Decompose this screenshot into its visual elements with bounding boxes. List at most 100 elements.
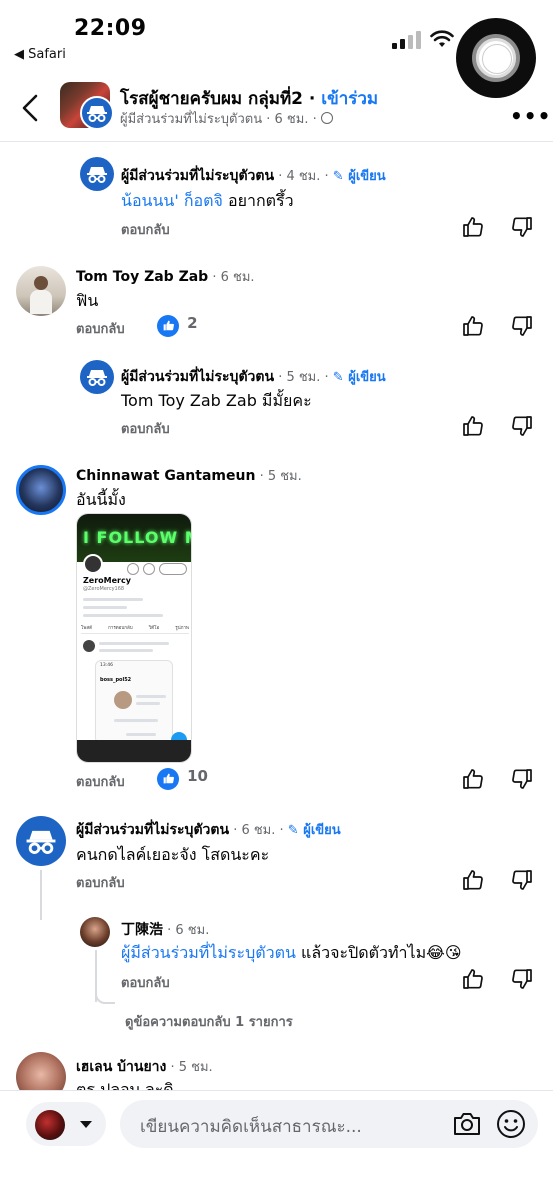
current-user-avatar[interactable] (35, 1110, 65, 1140)
profile-tab: รูปภาพ (175, 626, 189, 631)
comment-author[interactable]: ผู้มีส่วนร่วมที่ไม่ระบุตัวตน · 6 ชม. · ✎… (76, 819, 341, 841)
author-name[interactable]: 丁陳浩 (121, 922, 163, 938)
like-count: 2 (187, 314, 198, 332)
author-badge: ✎ ผู้เขียน (287, 823, 341, 838)
reply-button[interactable]: ตอบกลับ (121, 418, 170, 439)
group-name[interactable]: โรสผู้ชายครับผม กลุ่มที่2 (120, 89, 303, 109)
author-name[interactable]: ผู้มีส่วนร่วมที่ไม่ระบุตัวตน (121, 369, 274, 385)
comment-author[interactable]: Tom Toy Zab Zab · 6 ชม. (76, 266, 255, 287)
comment-time: · 6 ชม. (208, 270, 255, 285)
thread-elbow (95, 990, 115, 1004)
assistive-touch-button[interactable] (456, 18, 536, 98)
comment-time: · 5 ชม. (255, 469, 302, 484)
post-subtitle: ผู้มีส่วนร่วมที่ไม่ระบุตัวตน · 6 ชม. · (120, 108, 333, 129)
cellular-signal-icon (392, 31, 421, 49)
wifi-icon (430, 30, 454, 47)
banner-text: I FOLLOW ME! (83, 528, 191, 547)
comment-body: อยากตรึ้ว (222, 191, 294, 210)
dislike-icon[interactable] (510, 314, 534, 338)
attachment-nav-bar (77, 740, 191, 762)
back-to-safari-link[interactable]: ◀ Safari (14, 47, 66, 62)
join-group-link[interactable]: เข้าร่วม (321, 89, 378, 109)
author-name[interactable]: ผู้มีส่วนร่วมที่ไม่ระบุตัวตน (121, 168, 274, 184)
author-name[interactable]: เฮเลน บ้านยาง (76, 1059, 166, 1075)
author-badge: ✎ ผู้เขียน (332, 169, 386, 184)
comment-image-attachment[interactable]: I FOLLOW ME! ZeroMercy @ZeroMercy168 โพส… (76, 513, 192, 763)
profile-tabs: โพสต์ การตอบกลับ วิดีโอ รูปภาพ (81, 624, 189, 634)
profile-tab: วิดีโอ (148, 626, 160, 631)
reply-button[interactable]: ตอบกลับ (76, 318, 125, 339)
mention-link[interactable]: ผู้มีส่วนร่วมที่ไม่ระบุตัวตน (121, 943, 296, 962)
globe-icon (320, 112, 333, 124)
like-icon[interactable] (461, 314, 485, 338)
like-count: 10 (187, 767, 208, 785)
dislike-icon[interactable] (510, 215, 534, 239)
like-reaction-icon (157, 767, 179, 790)
dislike-icon[interactable] (510, 414, 534, 438)
emoji-icon[interactable] (496, 1109, 526, 1139)
dislike-icon[interactable] (510, 868, 534, 892)
comment-time: · 6 ชม. (163, 923, 210, 938)
comment-text: น้อนนน' ก็อตจิ อยากตรึ้ว (121, 189, 294, 214)
comment-input-placeholder[interactable]: เขียนความคิดเห็นสาธารณะ... (140, 1113, 362, 1140)
author-badge-label: ผู้เขียน (303, 823, 341, 838)
embedded-clock: 13:46 (100, 663, 113, 668)
comment-text: ผู้มีส่วนร่วมที่ไม่ระบุตัวตน แล้วจะปิดตั… (121, 941, 462, 966)
reply-button[interactable]: ตอบกลับ (121, 972, 170, 993)
header-divider (0, 141, 553, 142)
anonymous-avatar-icon (80, 96, 114, 130)
title-separator: · (302, 89, 322, 109)
author-badge-label: ผู้เขียน (348, 169, 386, 184)
profile-name: ZeroMercy (83, 576, 131, 585)
comment-body: คนกดไลค์เยอะจัง โสดนะคะ (76, 845, 270, 864)
comment-author[interactable]: 丁陳浩 · 6 ชม. (121, 919, 209, 940)
like-icon[interactable] (461, 868, 485, 892)
user-avatar[interactable] (16, 266, 66, 316)
post-meta: ผู้มีส่วนร่วมที่ไม่ระบุตัวตน · 6 ชม. · (120, 112, 321, 127)
user-avatar[interactable] (16, 465, 66, 515)
embedded-handle: boss_pol52 (100, 677, 132, 683)
anonymous-avatar-icon[interactable] (80, 360, 114, 394)
profile-tab: การตอบกลับ (108, 626, 133, 631)
mention-link[interactable]: น้อนนน' ก็อตจิ (121, 191, 223, 210)
dislike-icon[interactable] (510, 967, 534, 991)
chevron-down-icon[interactable] (80, 1121, 92, 1128)
profile-avatar (83, 554, 103, 574)
comment-author[interactable]: Chinnawat Gantameun · 5 ชม. (76, 465, 302, 486)
comment-author[interactable]: เฮเลน บ้านยาง · 5 ชม. (76, 1056, 213, 1078)
comment-time: · 5 ชม. · (274, 370, 333, 385)
dislike-icon[interactable] (510, 767, 534, 791)
view-replies-link[interactable]: ดูข้อความตอบกลับ 1 รายการ (125, 1011, 293, 1032)
reply-button[interactable]: ตอบกลับ (121, 219, 170, 240)
status-time: 22:09 (74, 16, 147, 41)
camera-icon[interactable] (452, 1110, 482, 1138)
author-name[interactable]: Chinnawat Gantameun (76, 468, 255, 484)
reaction-summary[interactable]: 10 (157, 767, 208, 790)
like-icon[interactable] (461, 767, 485, 791)
comment-author[interactable]: ผู้มีส่วนร่วมที่ไม่ระบุตัวตน · 5 ชม. · ✎… (121, 366, 386, 388)
anonymous-avatar-icon[interactable] (16, 816, 66, 866)
author-name[interactable]: Tom Toy Zab Zab (76, 269, 208, 285)
comment-author[interactable]: ผู้มีส่วนร่วมที่ไม่ระบุตัวตน · 4 ชม. · ✎… (121, 165, 386, 187)
more-options-icon[interactable]: ••• (510, 104, 551, 128)
like-icon[interactable] (461, 414, 485, 438)
comment-body: Tom Toy Zab Zab มีมั้ยคะ (121, 391, 312, 410)
comment-body: อันนี้มั้ง (76, 490, 126, 509)
thread-connector (40, 870, 42, 920)
anonymous-avatar-icon[interactable] (80, 157, 114, 191)
comment-body: แล้วจะปิดตัวทำไม😂😘 (295, 943, 462, 962)
author-name[interactable]: ผู้มีส่วนร่วมที่ไม่ระบุตัวตน (76, 822, 229, 838)
profile-handle: @ZeroMercy168 (83, 586, 125, 592)
author-badge: ✎ ผู้เขียน (332, 370, 386, 385)
user-avatar[interactable] (80, 917, 110, 947)
reply-button[interactable]: ตอบกลับ (76, 771, 125, 792)
like-icon[interactable] (461, 967, 485, 991)
reply-button[interactable]: ตอบกลับ (76, 872, 125, 893)
back-arrow-icon[interactable] (16, 92, 46, 124)
comment-time: · 4 ชม. · (274, 169, 333, 184)
reaction-summary[interactable]: 2 (157, 314, 198, 337)
like-reaction-icon (157, 314, 179, 337)
profile-tab: โพสต์ (81, 626, 93, 631)
like-icon[interactable] (461, 215, 485, 239)
comment-time: · 5 ชม. (166, 1060, 213, 1075)
